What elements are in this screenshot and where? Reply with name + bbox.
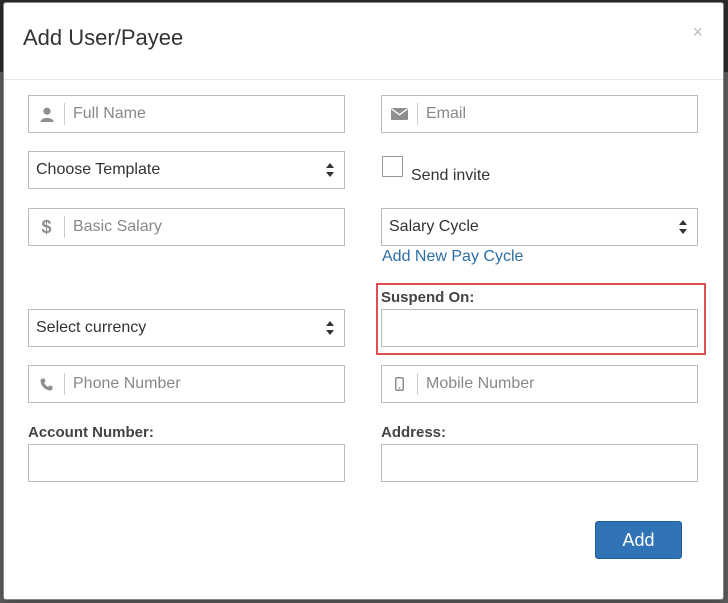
user-icon — [29, 103, 65, 125]
template-select[interactable]: Choose Template — [28, 151, 345, 189]
mobile-icon — [382, 373, 418, 395]
dollar-icon: $ — [29, 216, 65, 238]
phone-icon — [29, 373, 65, 395]
select-arrows-icon — [326, 163, 334, 177]
address-label: Address: — [381, 424, 447, 441]
basic-salary-field[interactable]: $ — [28, 208, 345, 246]
dialog-title: Add User/Payee — [23, 25, 184, 50]
send-invite-checkbox[interactable] — [382, 156, 403, 177]
template-select-value: Choose Template — [36, 161, 161, 178]
email-input[interactable] — [426, 96, 689, 132]
dialog-header: Add User/Payee × — [4, 3, 723, 80]
select-arrows-icon — [679, 220, 687, 234]
account-number-label: Account Number: — [28, 424, 154, 441]
add-button[interactable]: Add — [595, 521, 682, 559]
full-name-field[interactable] — [28, 95, 345, 133]
email-field[interactable] — [381, 95, 698, 133]
salary-cycle-select[interactable]: Salary Cycle — [381, 208, 698, 246]
mobile-field[interactable] — [381, 365, 698, 403]
select-arrows-icon — [326, 321, 334, 335]
phone-field[interactable] — [28, 365, 345, 403]
add-new-pay-cycle-link[interactable]: Add New Pay Cycle — [382, 248, 523, 266]
basic-salary-input[interactable] — [73, 209, 336, 245]
close-button[interactable]: × — [692, 22, 703, 43]
salary-cycle-value: Salary Cycle — [389, 218, 479, 235]
suspend-on-label: Suspend On: — [381, 289, 475, 306]
currency-select-value: Select currency — [36, 319, 147, 336]
phone-input[interactable] — [73, 366, 336, 402]
currency-select[interactable]: Select currency — [28, 309, 345, 347]
address-input[interactable] — [382, 445, 701, 483]
account-number-input[interactable] — [29, 445, 348, 483]
suspend-on-input[interactable] — [382, 310, 701, 348]
suspend-on-field[interactable] — [381, 309, 701, 348]
add-user-dialog: Add User/Payee × Choose Template Send in… — [3, 2, 724, 600]
send-invite-label: Send invite — [411, 167, 491, 184]
account-number-field[interactable] — [28, 444, 348, 483]
full-name-input[interactable] — [73, 96, 336, 132]
mobile-input[interactable] — [426, 366, 689, 402]
envelope-icon — [382, 103, 418, 125]
address-field[interactable] — [381, 444, 701, 483]
